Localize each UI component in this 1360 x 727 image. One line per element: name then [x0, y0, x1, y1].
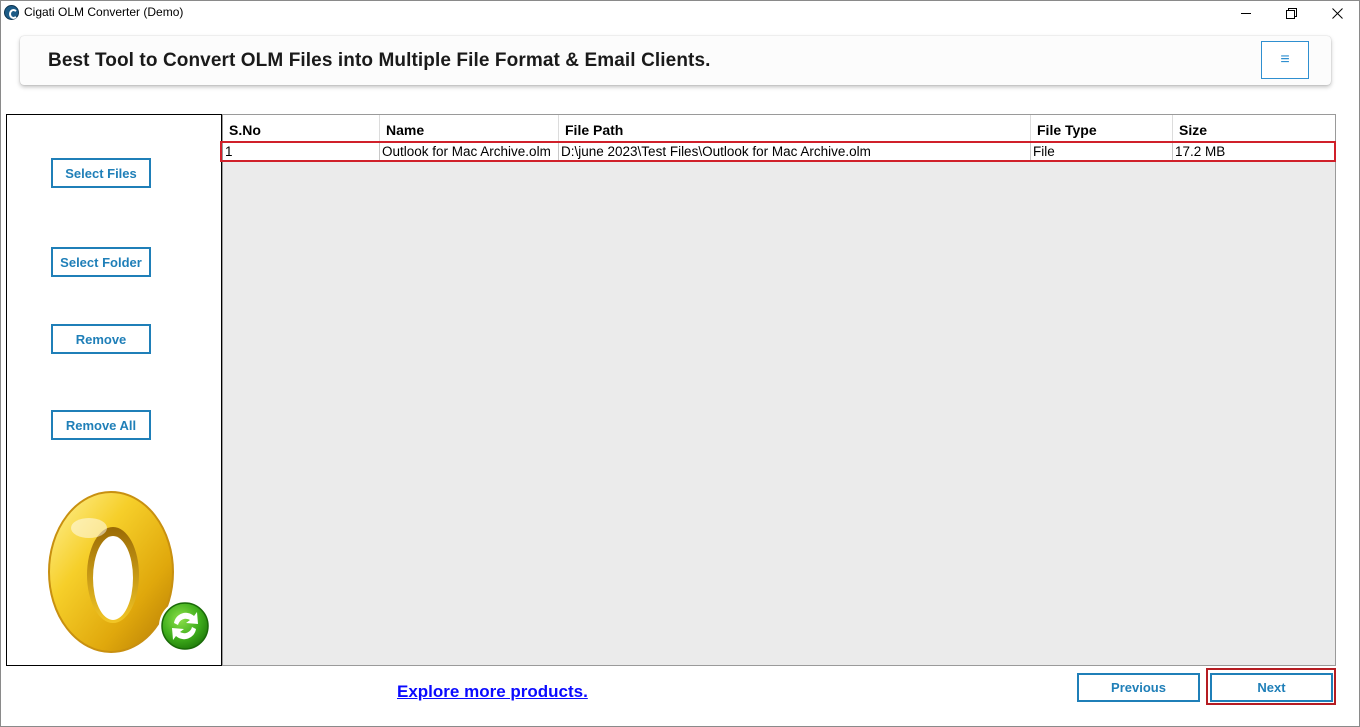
close-icon: [1331, 7, 1343, 19]
column-header-size[interactable]: Size: [1173, 115, 1337, 142]
explore-more-products-link[interactable]: Explore more products.: [397, 682, 588, 702]
next-button[interactable]: Next: [1210, 673, 1333, 702]
column-header-sno[interactable]: S.No: [223, 115, 380, 142]
cell-file-path: D:\june 2023\Test Files\Outlook for Mac …: [559, 143, 1031, 161]
app-window: Cigati OLM Converter (Demo) Best Tool to…: [0, 0, 1360, 727]
outlook-logo-icon: [43, 483, 213, 655]
column-header-file-type[interactable]: File Type: [1031, 115, 1173, 142]
cell-file-type: File: [1031, 143, 1173, 161]
hamburger-icon: ≡: [1280, 51, 1290, 68]
title-bar: Cigati OLM Converter (Demo): [1, 1, 1359, 25]
file-list-table[interactable]: S.No Name File Path File Type Size 1 Out…: [220, 114, 1336, 666]
cell-name: Outlook for Mac Archive.olm: [380, 143, 559, 161]
column-header-name[interactable]: Name: [380, 115, 559, 142]
remove-all-button[interactable]: Remove All: [51, 410, 151, 440]
cell-sno: 1: [223, 143, 380, 161]
remove-button[interactable]: Remove: [51, 324, 151, 354]
app-logo-icon: [4, 5, 19, 20]
table-row[interactable]: 1 Outlook for Mac Archive.olm D:\june 20…: [223, 143, 1335, 161]
restore-icon: [1285, 7, 1297, 19]
restore-button[interactable]: [1268, 1, 1314, 25]
column-header-file-path[interactable]: File Path: [559, 115, 1031, 142]
window-title: Cigati OLM Converter (Demo): [24, 5, 184, 19]
sidebar: Select Files Select Folder Remove Remove…: [6, 114, 222, 666]
close-button[interactable]: [1314, 1, 1360, 25]
header-banner: Best Tool to Convert OLM Files into Mult…: [20, 36, 1331, 85]
previous-button[interactable]: Previous: [1077, 673, 1200, 702]
select-folder-button[interactable]: Select Folder: [51, 247, 151, 277]
cell-size: 17.2 MB: [1175, 144, 1226, 159]
page-title: Best Tool to Convert OLM Files into Mult…: [48, 50, 711, 71]
select-files-button[interactable]: Select Files: [51, 158, 151, 188]
minimize-button[interactable]: [1223, 1, 1269, 25]
table-header: S.No Name File Path File Type Size: [223, 115, 1335, 142]
hamburger-menu-button[interactable]: ≡: [1261, 41, 1309, 79]
